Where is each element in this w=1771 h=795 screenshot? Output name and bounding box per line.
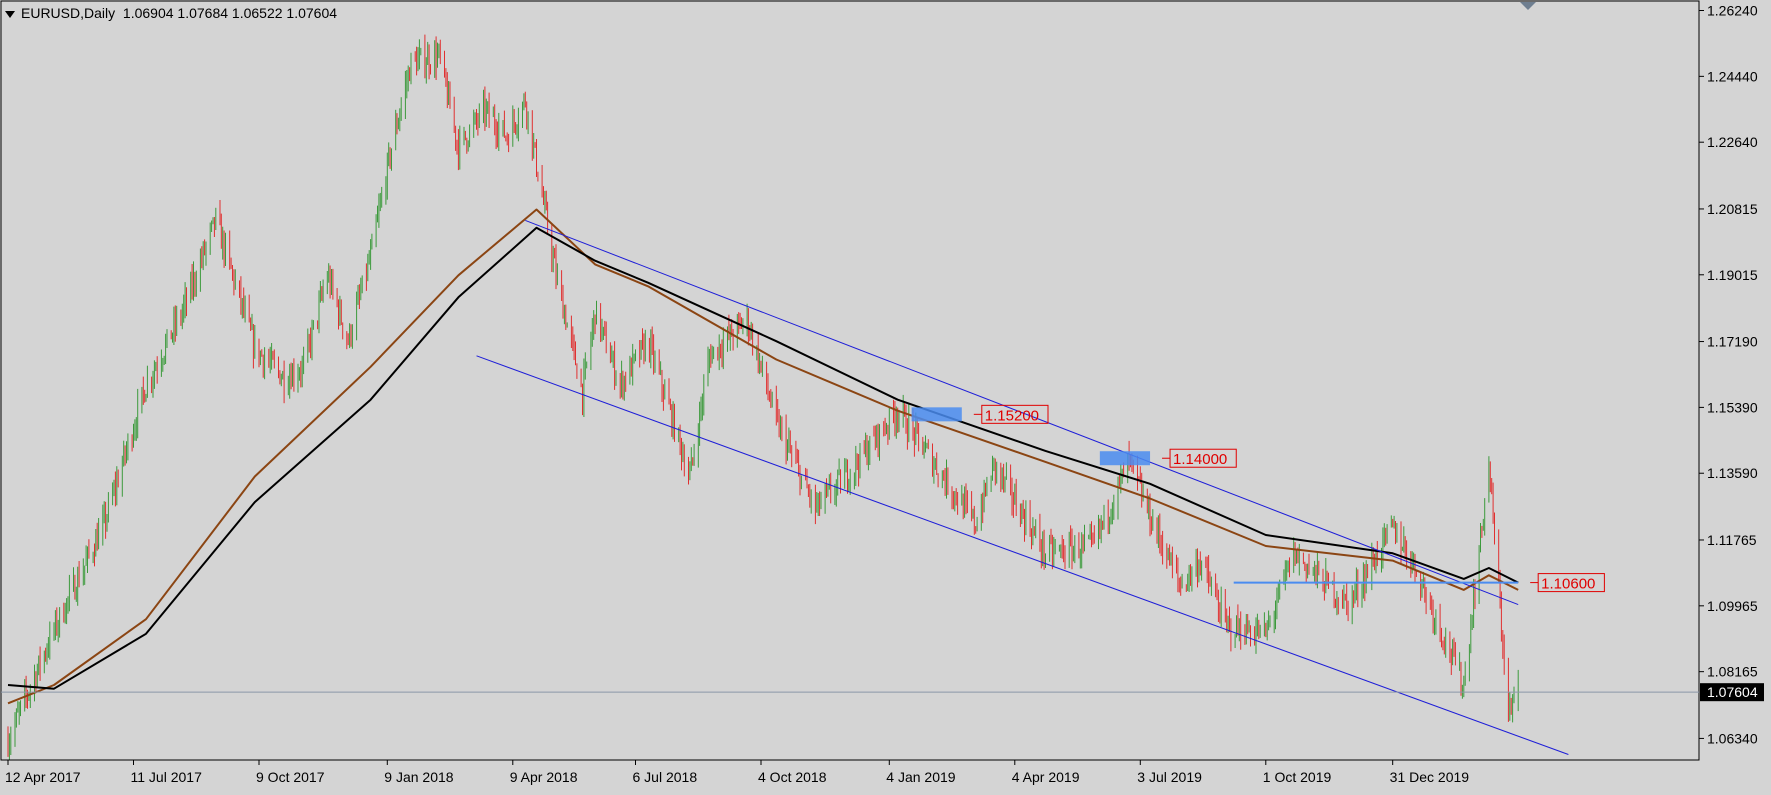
y-tick-label: 1.20815 [1707, 201, 1758, 217]
y-tick-label: 1.11765 [1707, 532, 1757, 548]
level-label: 1.10600 [1541, 576, 1595, 593]
ma-slow-line [7, 226, 1519, 690]
symbol-info: EURUSD,Daily 1.06904 1.07684 1.06522 1.0… [5, 5, 337, 21]
candles-layer [7, 34, 1519, 761]
chart-shift-marker-icon[interactable] [1520, 2, 1536, 10]
y-tick-label: 1.26240 [1707, 3, 1758, 19]
ohlc-high: 1.07684 [177, 5, 229, 21]
moving-averages-layer [7, 208, 1519, 705]
x-tick-label: 9 Apr 2018 [510, 769, 578, 785]
x-tick-label: 4 Jan 2019 [886, 769, 955, 785]
y-tick-label: 1.19015 [1707, 267, 1758, 283]
y-tick-label: 1.15390 [1707, 399, 1758, 415]
x-tick-label: 9 Jan 2018 [384, 769, 453, 785]
x-tick-label: 31 Dec 2019 [1390, 769, 1470, 785]
x-tick-label: 1 Oct 2019 [1263, 769, 1332, 785]
trend-objects-layer[interactable]: 1.15200 1.14000 1.10600 [476, 220, 1605, 755]
x-tick-label: 3 Jul 2019 [1137, 769, 1202, 785]
y-tick-label: 1.24440 [1707, 68, 1758, 84]
level-zone-1[interactable] [1099, 451, 1151, 466]
x-tick-label: 12 Apr 2017 [5, 769, 81, 785]
level-zone-0[interactable] [911, 407, 962, 422]
ma-fast-line [7, 208, 1519, 705]
symbol-name: EURUSD,Daily [21, 5, 116, 21]
x-tick-label: 4 Oct 2018 [758, 769, 827, 785]
y-tick-label: 1.06340 [1707, 730, 1758, 746]
x-tick-label: 11 Jul 2017 [131, 769, 203, 785]
level-label: 1.15200 [985, 407, 1039, 424]
x-tick-label: 4 Apr 2019 [1012, 769, 1080, 785]
ohlc-close: 1.07604 [286, 5, 338, 21]
y-tick-label: 1.09965 [1707, 598, 1758, 614]
ohlc-low: 1.06522 [231, 5, 283, 21]
chart-svg[interactable]: 1.15200 1.14000 1.10600 1.26240 1.24440 1.22… [0, 0, 1771, 791]
dropdown-triangle-icon[interactable] [5, 10, 15, 18]
level-label: 1.14000 [1173, 451, 1227, 468]
current-price-label: 1.07604 [1707, 684, 1758, 700]
ohlc-open: 1.06904 [122, 5, 174, 21]
y-tick-label: 1.13590 [1707, 465, 1758, 481]
x-tick-label: 9 Oct 2017 [256, 769, 325, 785]
x-tick-label: 6 Jul 2018 [633, 769, 698, 785]
y-tick-label: 1.17190 [1707, 334, 1758, 350]
chart-area[interactable]: 1.15200 1.14000 1.10600 1.26240 1.24440 1.22… [0, 0, 1771, 791]
y-tick-label: 1.22640 [1707, 134, 1758, 150]
y-tick-label: 1.08165 [1707, 664, 1758, 680]
